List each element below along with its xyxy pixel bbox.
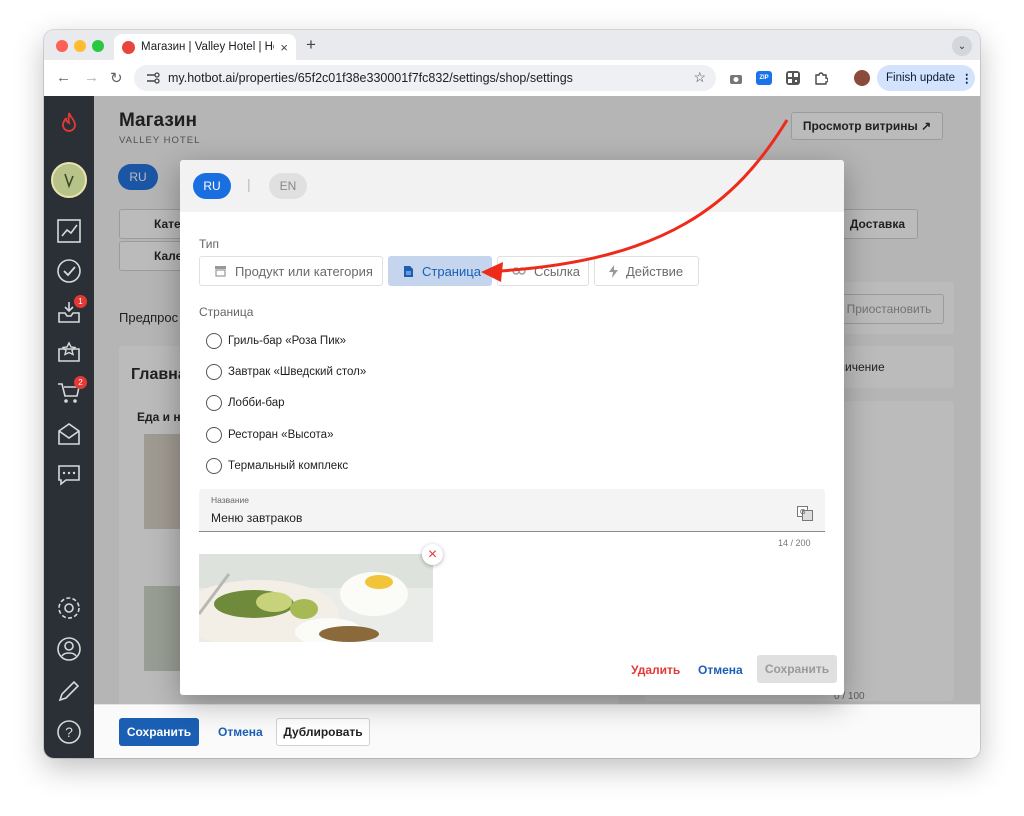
arrow-curve (499, 119, 789, 273)
annotation-arrow (481, 119, 789, 282)
arrow-head (481, 262, 503, 282)
